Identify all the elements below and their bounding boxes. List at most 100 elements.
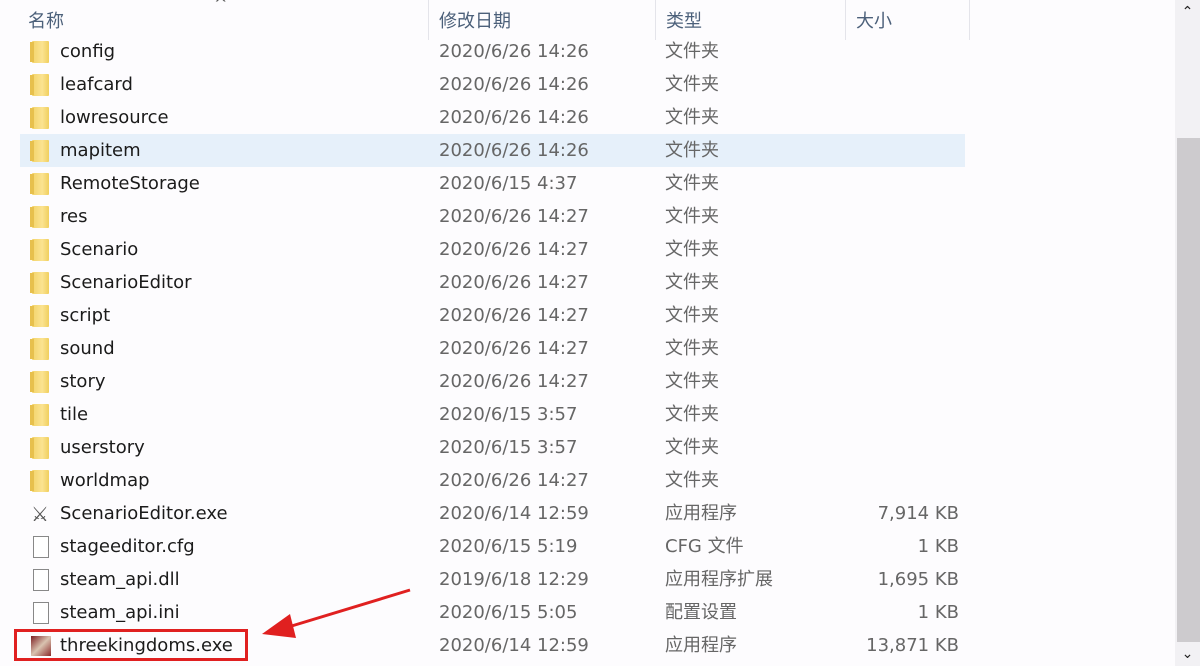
file-row[interactable]: mapitem 2020/6/26 14:26 文件夹: [20, 134, 965, 167]
file-name: steam_api.dll: [60, 569, 180, 590]
file-name: steam_api.ini: [60, 602, 180, 623]
file-name: sound: [60, 338, 115, 359]
file-name: userstory: [60, 437, 145, 458]
settings-file-icon: [33, 602, 49, 624]
file-row[interactable]: tile 2020/6/15 3:57 文件夹: [20, 398, 965, 431]
file-row[interactable]: lowresource 2020/6/26 14:26 文件夹: [20, 101, 965, 134]
folder-icon: [30, 305, 49, 327]
file-name: config: [60, 41, 116, 62]
column-header-name[interactable]: 名称: [18, 0, 428, 40]
folder-icon: [30, 404, 49, 426]
file-type: 文件夹: [665, 338, 719, 359]
file-row[interactable]: config 2020/6/26 14:26 文件夹: [20, 35, 965, 68]
file-name: res: [60, 206, 88, 227]
file-row[interactable]: userstory 2020/6/15 3:57 文件夹: [20, 431, 965, 464]
file-type: 文件夹: [665, 140, 719, 161]
file-size: 7,914 KB: [877, 503, 959, 524]
file-row[interactable]: story 2020/6/26 14:27 文件夹: [20, 365, 965, 398]
file-date: 2020/6/26 14:26: [439, 74, 589, 95]
folder-icon: [30, 206, 49, 228]
annotation-highlight-box: [14, 629, 248, 661]
file-name: RemoteStorage: [60, 173, 200, 194]
file-row[interactable]: steam_api.dll 2019/6/18 12:29 应用程序扩展 1,695 …: [20, 563, 965, 596]
folder-icon: [30, 173, 49, 195]
column-header-type[interactable]: 类型: [655, 0, 845, 40]
column-header-date[interactable]: 修改日期: [428, 0, 655, 40]
file-type: 文件夹: [665, 272, 719, 293]
file-type: 应用程序扩展: [665, 569, 773, 590]
file-date: 2020/6/26 14:27: [439, 338, 589, 359]
file-row[interactable]: steam_api.ini 2020/6/15 5:05 配置设置 1 KB: [20, 596, 965, 629]
file-name: leafcard: [60, 74, 133, 95]
file-type: 文件夹: [665, 74, 719, 95]
file-type: 文件夹: [665, 206, 719, 227]
file-date: 2020/6/15 5:05: [439, 602, 578, 623]
file-date: 2020/6/26 14:27: [439, 272, 589, 293]
file-date: 2019/6/18 12:29: [439, 569, 589, 590]
file-row[interactable]: script 2020/6/26 14:27 文件夹: [20, 299, 965, 332]
file-row[interactable]: leafcard 2020/6/26 14:26 文件夹: [20, 68, 965, 101]
file-row[interactable]: ScenarioEditor 2020/6/26 14:27 文件夹: [20, 266, 965, 299]
file-type: 文件夹: [665, 41, 719, 62]
folder-icon: [30, 107, 49, 129]
file-type: 文件夹: [665, 470, 719, 491]
file-date: 2020/6/26 14:27: [439, 206, 589, 227]
file-name: lowresource: [60, 107, 169, 128]
file-type: 文件夹: [665, 173, 719, 194]
file-type: CFG 文件: [665, 536, 744, 557]
scroll-up-icon[interactable]: ⌃: [1175, 0, 1200, 24]
file-date: 2020/6/26 14:27: [439, 239, 589, 260]
tools-exe-icon: ⚔: [31, 502, 49, 526]
file-name: script: [60, 305, 111, 326]
scroll-down-icon[interactable]: ⌄: [1175, 642, 1200, 666]
vertical-scrollbar[interactable]: ⌃ ⌄: [1175, 0, 1200, 666]
file-name: tile: [60, 404, 89, 425]
file-size: 13,871 KB: [866, 635, 959, 656]
file-date: 2020/6/26 14:26: [439, 140, 589, 161]
folder-icon: [30, 371, 49, 393]
file-date: 2020/6/15 4:37: [439, 173, 578, 194]
file-name: ScenarioEditor.exe: [60, 503, 228, 524]
file-row[interactable]: worldmap 2020/6/26 14:27 文件夹: [20, 464, 965, 497]
file-row[interactable]: ⚔ ScenarioEditor.exe 2020/6/14 12:59 应用程序 7,…: [20, 497, 965, 530]
file-type: 文件夹: [665, 371, 719, 392]
folder-icon: [30, 239, 49, 261]
file-type: 文件夹: [665, 107, 719, 128]
file-type: 应用程序: [665, 503, 737, 524]
folder-icon: [30, 272, 49, 294]
column-header: ^ 名称 修改日期 类型 大小: [0, 0, 1175, 40]
file-name: mapitem: [60, 140, 141, 161]
file-row[interactable]: sound 2020/6/26 14:27 文件夹: [20, 332, 965, 365]
file-size: 1,695 KB: [877, 569, 959, 590]
file-row[interactable]: Scenario 2020/6/26 14:27 文件夹: [20, 233, 965, 266]
file-date: 2020/6/14 12:59: [439, 503, 589, 524]
file-date: 2020/6/26 14:27: [439, 305, 589, 326]
file-row[interactable]: RemoteStorage 2020/6/15 4:37 文件夹: [20, 167, 965, 200]
file-type: 配置设置: [665, 602, 737, 623]
dll-file-icon: [33, 569, 49, 591]
file-size: 1 KB: [917, 536, 959, 557]
folder-icon: [30, 470, 49, 492]
scrollbar-thumb[interactable]: [1177, 138, 1200, 642]
folder-icon: [30, 437, 49, 459]
file-type: 应用程序: [665, 635, 737, 656]
column-header-size[interactable]: 大小: [845, 0, 970, 40]
file-size: 1 KB: [917, 602, 959, 623]
folder-icon: [30, 338, 49, 360]
file-type: 文件夹: [665, 305, 719, 326]
file-name: story: [60, 371, 106, 392]
file-type: 文件夹: [665, 437, 719, 458]
file-date: 2020/6/14 12:59: [439, 635, 589, 656]
folder-icon: [30, 41, 49, 63]
file-type: 文件夹: [665, 239, 719, 260]
file-row[interactable]: stageeditor.cfg 2020/6/15 5:19 CFG 文件 1 KB: [20, 530, 965, 563]
file-row[interactable]: res 2020/6/26 14:27 文件夹: [20, 200, 965, 233]
file-date: 2020/6/26 14:27: [439, 470, 589, 491]
file-date: 2020/6/15 3:57: [439, 404, 578, 425]
file-date: 2020/6/26 14:26: [439, 41, 589, 62]
folder-icon: [30, 140, 49, 162]
folder-icon: [30, 74, 49, 96]
file-name: ScenarioEditor: [60, 272, 192, 293]
file-icon: [33, 536, 49, 558]
file-date: 2020/6/26 14:26: [439, 107, 589, 128]
